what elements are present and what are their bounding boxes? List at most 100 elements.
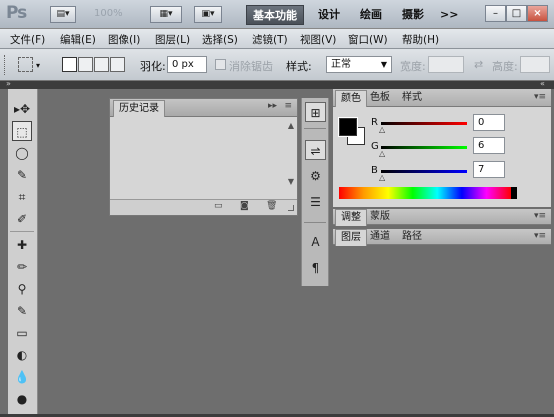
- minimize-button[interactable]: –: [485, 5, 506, 22]
- antialias-checkbox[interactable]: [215, 59, 226, 70]
- eyedropper-tool-icon[interactable]: ✐: [12, 209, 32, 229]
- move-tool-icon[interactable]: ▸✥: [12, 99, 32, 119]
- workspace-photography-button[interactable]: 摄影: [396, 5, 430, 25]
- close-button[interactable]: ×: [527, 5, 548, 22]
- tab-channels[interactable]: 通道: [365, 229, 395, 246]
- expand-arrows-icon[interactable]: «: [540, 79, 545, 88]
- lasso-tool-icon[interactable]: ◯: [12, 143, 32, 163]
- blur-tool-icon[interactable]: 💧: [12, 367, 32, 387]
- clone-stamp-tool-icon[interactable]: ⚲: [12, 279, 32, 299]
- swap-icon[interactable]: ⇄: [474, 58, 483, 71]
- delete-state-icon[interactable]: 🗑: [266, 201, 277, 211]
- character-panel-icon[interactable]: A: [305, 232, 326, 252]
- blue-value-input[interactable]: 7: [473, 161, 505, 178]
- preset-dropdown-arrow-icon[interactable]: ▾: [36, 61, 40, 70]
- blue-slider[interactable]: [381, 170, 467, 173]
- panel-menu-icon[interactable]: ▾≡: [534, 211, 546, 221]
- new-snapshot-icon[interactable]: ◙: [240, 201, 249, 211]
- width-input[interactable]: [428, 56, 464, 73]
- arrange-documents-icon[interactable]: ▦▾: [150, 6, 182, 23]
- green-slider-thumb-icon[interactable]: △: [379, 149, 385, 158]
- scroll-down-icon[interactable]: ▼: [288, 177, 294, 186]
- tab-swatches[interactable]: 色板: [365, 90, 395, 107]
- panel-menu-icon[interactable]: ▾≡: [534, 92, 546, 102]
- black-swatch-ramp[interactable]: [511, 187, 517, 199]
- menu-filter[interactable]: 滤镜(T): [252, 32, 288, 47]
- green-value-input[interactable]: 6: [473, 137, 505, 154]
- style-select[interactable]: 正常 ▼: [326, 56, 392, 73]
- menu-layer[interactable]: 图层(L): [155, 32, 190, 47]
- menu-image[interactable]: 图像(I): [108, 32, 140, 47]
- tab-masks[interactable]: 蒙版: [365, 209, 395, 226]
- quick-selection-tool-icon[interactable]: ✎: [12, 165, 32, 185]
- menu-edit[interactable]: 编辑(E): [60, 32, 96, 47]
- workspace-painting-button[interactable]: 绘画: [354, 5, 388, 25]
- subtract-from-selection-icon[interactable]: [94, 57, 109, 72]
- history-brush-tool-icon[interactable]: ✎: [12, 301, 32, 321]
- more-workspaces-button[interactable]: >>: [434, 5, 464, 25]
- history-panel: 历史记录 ▸▸ ≡ ▲ ▼ ▭ ◙ 🗑: [109, 98, 298, 216]
- panel-menu-icon[interactable]: ▾≡: [534, 231, 546, 241]
- zoom-level[interactable]: 100%: [94, 8, 123, 19]
- brush-panel-icon[interactable]: ⇌: [305, 140, 326, 160]
- menu-help[interactable]: 帮助(H): [402, 32, 439, 47]
- options-grip[interactable]: [4, 55, 7, 75]
- gradient-tool-icon[interactable]: ◐: [12, 345, 32, 365]
- resize-grip-icon[interactable]: [288, 205, 294, 211]
- add-to-selection-icon[interactable]: [78, 57, 93, 72]
- menu-view[interactable]: 视图(V): [300, 32, 336, 47]
- height-input[interactable]: [520, 56, 550, 73]
- tab-styles[interactable]: 样式: [397, 90, 427, 107]
- color-spectrum-ramp[interactable]: [339, 187, 511, 199]
- workspace-essentials-button[interactable]: 基本功能: [246, 5, 304, 25]
- tool-presets-panel-icon[interactable]: ☰: [305, 192, 326, 212]
- new-document-from-state-icon[interactable]: ▭: [214, 201, 223, 211]
- launch-bridge-icon[interactable]: ▤▾: [50, 6, 76, 23]
- eraser-tool-icon[interactable]: ▭: [12, 323, 32, 343]
- green-slider[interactable]: [381, 146, 467, 149]
- tab-history[interactable]: 历史记录: [113, 100, 165, 117]
- workspace-design-button[interactable]: 设计: [312, 5, 346, 25]
- tool-preset-picker-icon[interactable]: [18, 57, 33, 72]
- panel-menu-icon[interactable]: ≡: [284, 101, 292, 111]
- brush-tool-icon[interactable]: ✏: [12, 257, 32, 277]
- screen-mode-icon[interactable]: ▣▾: [194, 6, 222, 23]
- tab-paths[interactable]: 路径: [397, 229, 427, 246]
- healing-brush-tool-icon[interactable]: ✚: [12, 235, 32, 255]
- navigator-panel-icon[interactable]: ⊞: [305, 102, 326, 122]
- maximize-button[interactable]: □: [506, 5, 527, 22]
- scroll-up-icon[interactable]: ▲: [288, 121, 294, 130]
- layers-panel-header: 图层 通道 路径 ▾≡: [333, 229, 551, 246]
- red-value-input[interactable]: 0: [473, 114, 505, 131]
- panel-collapse-strip: » «: [0, 79, 554, 89]
- color-panel-header: 颜色 色板 样式 ▾≡: [333, 89, 551, 107]
- foreground-color-swatch[interactable]: [338, 117, 358, 137]
- feather-label: 羽化:: [140, 60, 166, 73]
- feather-input[interactable]: 0 px: [167, 56, 207, 73]
- marquee-tool-icon[interactable]: ⬚: [12, 121, 32, 141]
- tab-layers[interactable]: 图层: [335, 229, 367, 246]
- style-label: 样式:: [286, 60, 312, 73]
- blue-channel-label: B: [371, 165, 378, 176]
- red-slider-thumb-icon[interactable]: △: [379, 125, 385, 134]
- tab-color[interactable]: 颜色: [335, 90, 367, 107]
- menu-select[interactable]: 选择(S): [202, 32, 238, 47]
- blue-slider-thumb-icon[interactable]: △: [379, 173, 385, 182]
- antialias-label: 消除锯齿: [229, 60, 273, 73]
- paragraph-panel-icon[interactable]: ¶: [305, 258, 326, 278]
- dodge-tool-icon[interactable]: ●: [12, 389, 32, 409]
- menu-bar: 文件(F) 编辑(E) 图像(I) 图层(L) 选择(S) 滤镜(T) 视图(V…: [0, 29, 554, 49]
- clone-source-panel-icon[interactable]: ⚙: [305, 166, 326, 186]
- dock-divider: [304, 222, 326, 223]
- collapse-arrows-icon[interactable]: »: [6, 79, 11, 88]
- collapse-panel-icon[interactable]: ▸▸: [268, 101, 277, 111]
- tab-adjustments[interactable]: 调整: [335, 209, 367, 226]
- menu-window[interactable]: 窗口(W): [348, 32, 388, 47]
- color-panel: 颜色 色板 样式 ▾≡ R △ 0 G △ 6 B △ 7: [333, 89, 551, 207]
- red-slider[interactable]: [381, 122, 467, 125]
- crop-tool-icon[interactable]: ⌗: [12, 187, 32, 207]
- intersect-selection-icon[interactable]: [110, 57, 125, 72]
- new-selection-icon[interactable]: [62, 57, 77, 72]
- history-panel-header: 历史记录 ▸▸ ≡: [110, 99, 297, 117]
- menu-file[interactable]: 文件(F): [10, 32, 45, 47]
